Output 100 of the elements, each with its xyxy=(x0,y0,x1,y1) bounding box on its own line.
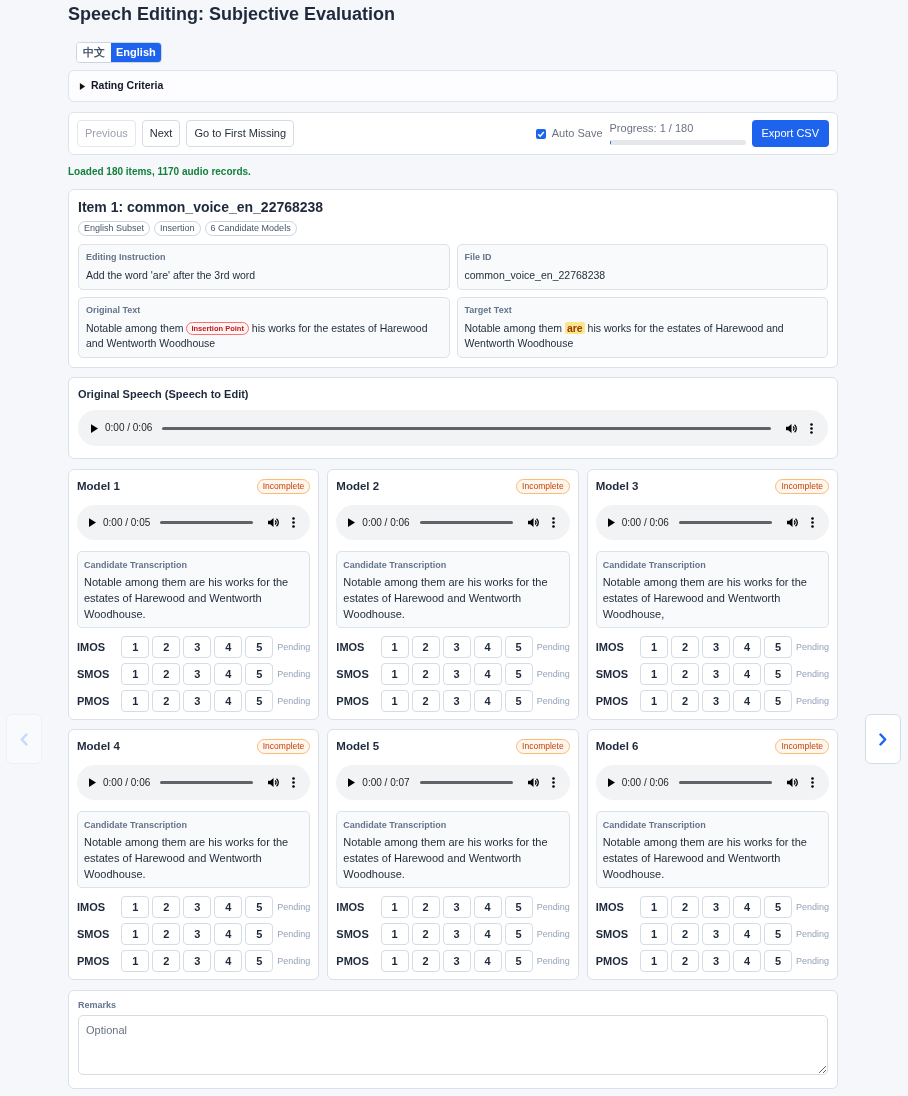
score-button[interactable]: 5 xyxy=(504,690,533,712)
score-button[interactable]: 3 xyxy=(442,690,471,712)
score-button[interactable]: 4 xyxy=(473,690,502,712)
score-button[interactable]: 5 xyxy=(763,636,792,658)
score-button[interactable]: 1 xyxy=(639,663,668,685)
score-button[interactable]: 3 xyxy=(701,690,730,712)
score-button[interactable]: 4 xyxy=(214,923,243,945)
score-button[interactable]: 5 xyxy=(763,923,792,945)
seek-slider-track[interactable] xyxy=(160,521,254,524)
toolbar-button[interactable]: Go to First Missing xyxy=(186,120,295,147)
volume-icon[interactable] xyxy=(268,777,280,788)
score-button[interactable]: 4 xyxy=(473,950,502,972)
seek-slider-track[interactable] xyxy=(162,426,771,430)
seek-slider-track[interactable] xyxy=(419,781,513,784)
score-button[interactable]: 3 xyxy=(183,923,212,945)
play-icon[interactable] xyxy=(89,518,96,527)
remarks-field[interactable]: Optional xyxy=(78,1015,828,1075)
toolbar-button[interactable]: Next xyxy=(141,120,181,147)
score-button[interactable]: 5 xyxy=(245,896,274,918)
more-options-icon[interactable] xyxy=(551,517,555,528)
volume-icon[interactable] xyxy=(527,777,539,788)
seek-slider-track[interactable] xyxy=(678,781,772,784)
score-button[interactable]: 5 xyxy=(763,950,792,972)
score-button[interactable]: 2 xyxy=(670,690,699,712)
score-button[interactable]: 1 xyxy=(121,663,150,685)
score-button[interactable]: 1 xyxy=(121,923,150,945)
score-button[interactable]: 1 xyxy=(380,636,409,658)
score-button[interactable]: 5 xyxy=(504,636,533,658)
score-button[interactable]: 1 xyxy=(380,896,409,918)
score-button[interactable]: 4 xyxy=(214,663,243,685)
language-tab[interactable]: English xyxy=(111,43,161,62)
score-button[interactable]: 3 xyxy=(183,896,212,918)
export-csv-button[interactable]: Export CSV xyxy=(751,120,829,147)
score-button[interactable]: 1 xyxy=(380,663,409,685)
score-button[interactable]: 3 xyxy=(442,950,471,972)
score-button[interactable]: 2 xyxy=(670,950,699,972)
score-button[interactable]: 2 xyxy=(670,923,699,945)
score-button[interactable]: 1 xyxy=(639,690,668,712)
score-button[interactable]: 1 xyxy=(639,923,668,945)
score-button[interactable]: 5 xyxy=(504,663,533,685)
score-button[interactable]: 1 xyxy=(121,896,150,918)
score-button[interactable]: 1 xyxy=(380,923,409,945)
volume-icon[interactable] xyxy=(787,777,798,788)
score-button[interactable]: 2 xyxy=(411,636,440,658)
score-button[interactable]: 5 xyxy=(763,663,792,685)
score-button[interactable]: 2 xyxy=(411,950,440,972)
score-button[interactable]: 1 xyxy=(121,690,150,712)
score-button[interactable]: 4 xyxy=(473,896,502,918)
score-button[interactable]: 5 xyxy=(245,690,274,712)
score-button[interactable]: 4 xyxy=(214,950,243,972)
score-button[interactable]: 1 xyxy=(380,950,409,972)
score-button[interactable]: 5 xyxy=(245,663,274,685)
score-button[interactable]: 4 xyxy=(732,663,761,685)
more-options-icon[interactable] xyxy=(551,777,555,788)
score-button[interactable]: 5 xyxy=(504,896,533,918)
audio-player[interactable]: 0:00 / 0:06 xyxy=(77,765,311,800)
score-button[interactable]: 4 xyxy=(214,690,243,712)
volume-icon[interactable] xyxy=(527,517,539,528)
score-button[interactable]: 2 xyxy=(152,923,181,945)
score-button[interactable]: 4 xyxy=(473,636,502,658)
score-button[interactable]: 1 xyxy=(121,636,150,658)
score-button[interactable]: 3 xyxy=(701,636,730,658)
score-button[interactable]: 4 xyxy=(732,896,761,918)
score-button[interactable]: 1 xyxy=(121,950,150,972)
score-button[interactable]: 3 xyxy=(701,923,730,945)
more-options-icon[interactable] xyxy=(292,777,296,788)
auto-save-checkbox[interactable] xyxy=(535,128,546,139)
score-button[interactable]: 3 xyxy=(183,663,212,685)
score-button[interactable]: 4 xyxy=(214,896,243,918)
play-icon[interactable] xyxy=(91,423,98,433)
play-icon[interactable] xyxy=(607,518,615,527)
score-button[interactable]: 2 xyxy=(670,896,699,918)
more-options-icon[interactable] xyxy=(292,517,296,528)
score-button[interactable]: 4 xyxy=(732,923,761,945)
volume-icon[interactable] xyxy=(786,422,797,434)
score-button[interactable]: 3 xyxy=(442,636,471,658)
score-button[interactable]: 2 xyxy=(152,896,181,918)
score-button[interactable]: 2 xyxy=(411,690,440,712)
more-options-icon[interactable] xyxy=(811,517,814,528)
score-button[interactable]: 4 xyxy=(732,950,761,972)
score-button[interactable]: 3 xyxy=(442,896,471,918)
score-button[interactable]: 4 xyxy=(473,923,502,945)
audio-player[interactable]: 0:00 / 0:06 xyxy=(595,765,829,800)
score-button[interactable]: 1 xyxy=(380,690,409,712)
score-button[interactable]: 1 xyxy=(639,896,668,918)
score-button[interactable]: 3 xyxy=(442,663,471,685)
audio-player[interactable]: 0:00 / 0:05 xyxy=(77,505,311,540)
score-button[interactable]: 5 xyxy=(245,950,274,972)
seek-slider-track[interactable] xyxy=(678,521,772,524)
score-button[interactable]: 2 xyxy=(670,636,699,658)
more-options-icon[interactable] xyxy=(810,422,813,434)
play-icon[interactable] xyxy=(89,778,96,787)
rating-criteria-disclosure[interactable]: Rating Criteria xyxy=(68,70,838,102)
score-button[interactable]: 4 xyxy=(214,636,243,658)
play-icon[interactable] xyxy=(607,778,615,787)
score-button[interactable]: 3 xyxy=(183,950,212,972)
score-button[interactable]: 1 xyxy=(639,636,668,658)
play-icon[interactable] xyxy=(348,518,356,527)
score-button[interactable]: 4 xyxy=(473,663,502,685)
score-button[interactable]: 5 xyxy=(763,896,792,918)
